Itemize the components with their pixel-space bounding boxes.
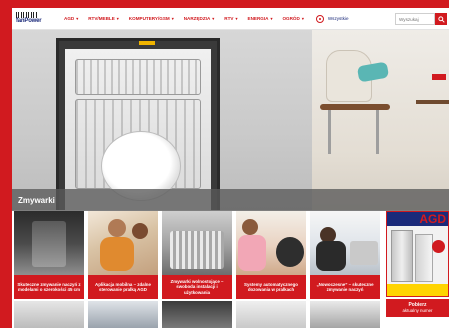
magazine-cover: AGD	[386, 211, 449, 297]
article-tile[interactable]: „Nowoczesne” – skuteczne zmywanie naczyń	[308, 211, 382, 301]
tile-image	[14, 211, 84, 275]
tile-caption: „Nowoczesne” – skuteczne zmywanie naczyń	[310, 275, 380, 299]
magazine-title: AGD	[419, 212, 446, 226]
top-navbar: fanPower AGD ▾ RTV/MEBLE ▾ KOMPUTERY/GSM ▾ …	[12, 8, 449, 30]
dishwasher-handle	[139, 41, 155, 45]
nav-item-komputery[interactable]: KOMPUTERY/GSM ▾	[129, 16, 174, 21]
chevron-down-icon: ▾	[301, 16, 304, 21]
tile-caption: Systemy automatycznego dozowania w pralk…	[236, 275, 306, 299]
chevron-down-icon: ▾	[212, 16, 215, 21]
tile-image	[236, 211, 306, 275]
promo-badge	[432, 240, 445, 253]
side-table	[416, 100, 449, 104]
user-icon	[315, 14, 324, 23]
nav-item-energia[interactable]: ENERGIA ▾	[248, 16, 273, 21]
cover-strip	[387, 284, 448, 296]
chevron-down-icon: ▾	[76, 16, 79, 21]
article-tile[interactable]: Zmywarki wolnostojące – swoboda instalac…	[160, 211, 234, 301]
search-input[interactable]	[395, 13, 435, 25]
article-tile[interactable]	[234, 301, 308, 328]
nav-item-rtv[interactable]: RTV ▾	[224, 16, 237, 21]
more-tiles-row	[12, 301, 382, 328]
page-frame: fanPower AGD ▾ RTV/MEBLE ▾ KOMPUTERY/GSM ▾ …	[12, 8, 449, 328]
article-tiles: Skuteczne zmywanie naczyń z modelami o s…	[12, 211, 382, 301]
category-bar: Zmywarki	[12, 189, 449, 211]
search-button[interactable]	[435, 13, 447, 25]
article-tile[interactable]: Skuteczne zmywanie naczyń z modelami o s…	[12, 211, 86, 301]
article-tile[interactable]	[86, 301, 160, 328]
nav-item-rtv-meble[interactable]: RTV/MEBLE ▾	[88, 16, 119, 21]
chevron-down-icon: ▾	[171, 16, 174, 21]
logo-text: fanPower	[16, 18, 42, 24]
site-logo[interactable]: fanPower	[16, 12, 52, 25]
tile-image	[236, 301, 306, 328]
article-tile[interactable]	[12, 301, 86, 328]
tile-caption: Zmywarki wolnostojące – swoboda instalac…	[162, 275, 232, 299]
category-title: Zmywarki	[18, 195, 55, 205]
tile-image	[14, 301, 84, 328]
table-leg	[376, 110, 379, 154]
search-icon	[437, 15, 445, 23]
table-leg	[328, 110, 331, 154]
dishwasher-image	[12, 30, 312, 210]
issue-label: aktualny numer	[402, 308, 433, 314]
tile-image	[310, 301, 380, 328]
article-tile[interactable]: Aplikacja mobilna – zdalne sterowanie pr…	[86, 211, 160, 301]
article-tile[interactable]: Systemy automatycznego dozowania w pralk…	[234, 211, 308, 301]
tile-caption: Skuteczne zmywanie naczyń z modelami o s…	[14, 275, 84, 299]
article-tile[interactable]	[308, 301, 382, 328]
main-nav: AGD ▾ RTV/MEBLE ▾ KOMPUTERY/GSM ▾ NARZĘDZIA…	[64, 14, 349, 23]
nav-item-narzedzia[interactable]: NARZĘDZIA ▾	[184, 16, 215, 21]
tile-image	[88, 211, 158, 275]
chevron-down-icon: ▾	[116, 16, 119, 21]
living-room-image	[312, 30, 449, 210]
user-label: Wszystkie	[327, 16, 349, 21]
hero-banner[interactable]	[12, 30, 449, 210]
tile-image	[310, 211, 380, 275]
article-tile[interactable]	[160, 301, 234, 328]
download-issue-button[interactable]: Pobierz aktualny numer	[386, 299, 449, 317]
nav-item-ogrod[interactable]: OGRÓD ▾	[282, 16, 303, 21]
chevron-down-icon: ▾	[235, 16, 238, 21]
red-accent	[432, 74, 446, 80]
tile-caption: Aplikacja mobilna – zdalne sterowanie pr…	[88, 275, 158, 299]
tile-image	[162, 301, 232, 328]
upper-rack	[75, 59, 201, 95]
dishwasher-interior	[65, 49, 211, 210]
dishwasher-body	[56, 38, 220, 210]
chevron-down-icon: ▾	[270, 16, 273, 21]
tile-image	[162, 211, 232, 275]
user-menu[interactable]: Wszystkie	[315, 14, 349, 23]
fridge-image	[391, 230, 413, 282]
tile-image	[88, 301, 158, 328]
nav-item-agd[interactable]: AGD ▾	[64, 16, 78, 21]
fridge-image	[415, 234, 433, 282]
magazine-promo[interactable]: AGD Pobierz aktualny numer	[384, 211, 449, 328]
